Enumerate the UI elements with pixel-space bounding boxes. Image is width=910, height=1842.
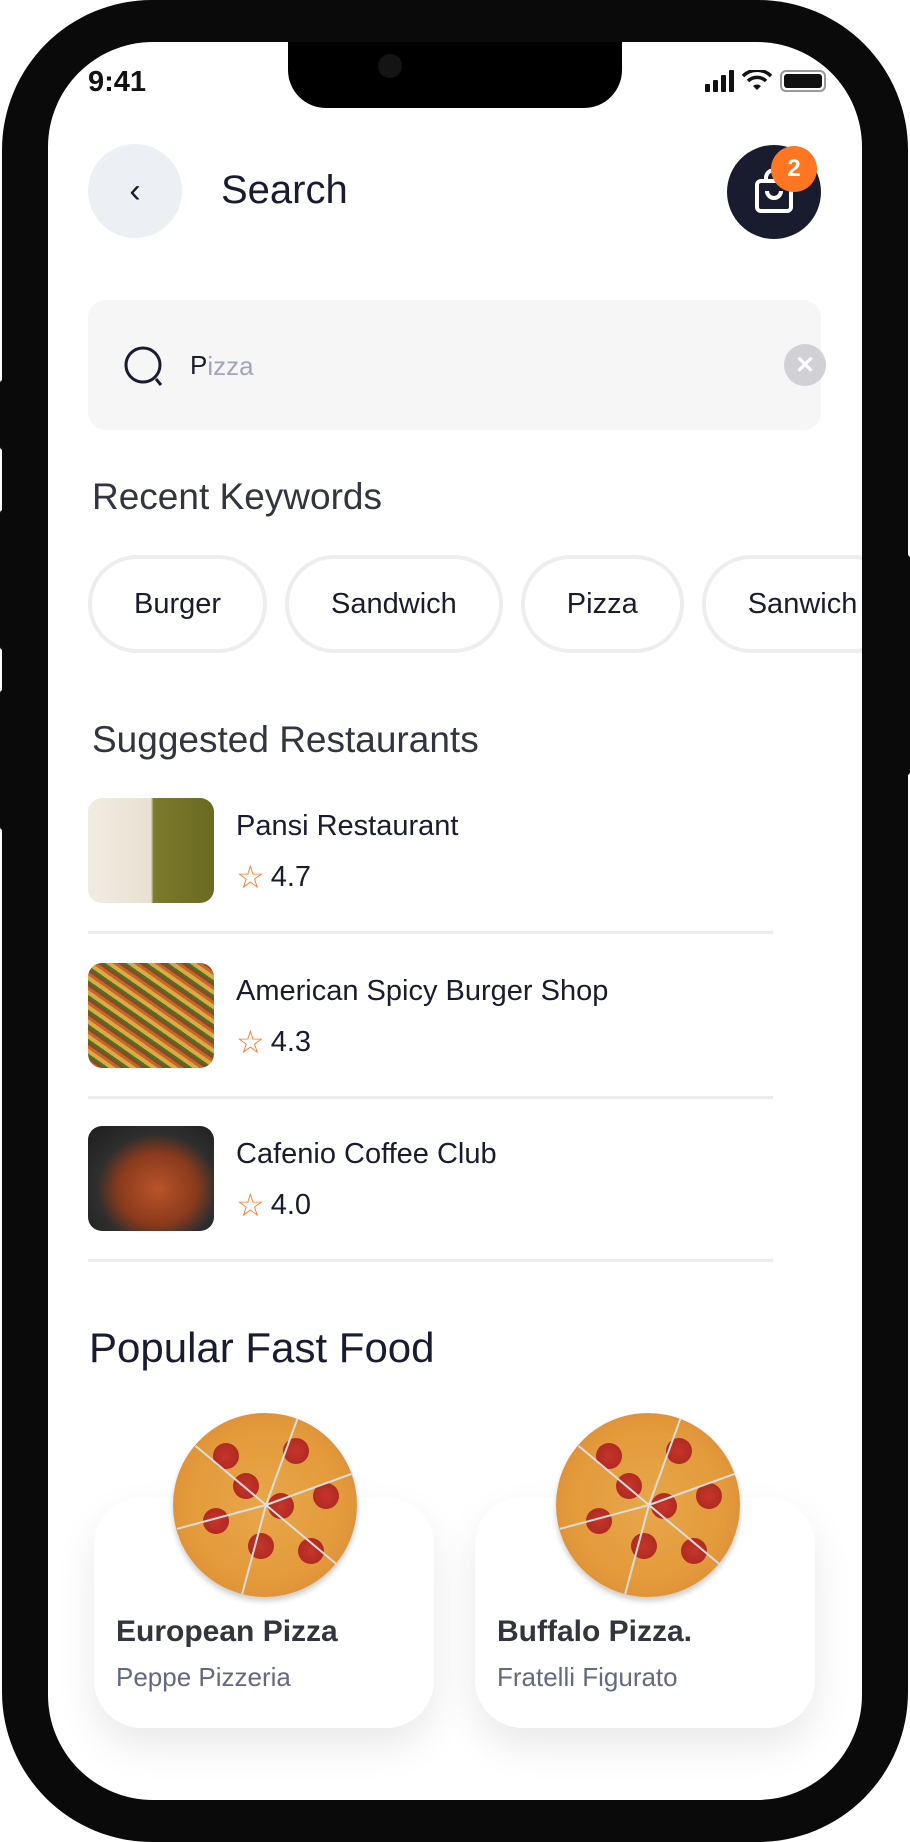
divider <box>88 1259 773 1262</box>
star-icon: ☆ <box>236 1187 265 1223</box>
restaurant-image <box>88 1126 214 1231</box>
rating-value: 4.3 <box>270 1025 312 1058</box>
camera <box>378 54 402 78</box>
volume-down-button <box>0 690 8 830</box>
close-icon: ✕ <box>794 351 816 379</box>
chevron-left-icon: ‹ <box>129 171 141 210</box>
restaurant-name: Pansi Restaurant <box>236 810 459 842</box>
food-title: European Pizza <box>116 1615 338 1648</box>
wifi-icon <box>742 70 772 90</box>
restaurant-rating: ☆ 4.7 <box>236 858 311 896</box>
signal-icon <box>705 70 734 92</box>
screen: 9:41 ‹ Search 2 Pizza ✕ // show only rem… <box>48 42 862 1800</box>
recent-keywords-list: Burger Sandwich Pizza Sanwich <box>88 555 862 653</box>
restaurant-image <box>88 963 214 1068</box>
star-icon: ☆ <box>236 859 265 895</box>
keyword-chip[interactable]: Burger <box>88 555 268 653</box>
search-icon <box>124 346 163 386</box>
page-title: Search <box>221 168 348 212</box>
pizza-image <box>556 1413 740 1597</box>
rating-value: 4.7 <box>270 860 312 893</box>
restaurant-rating: ☆ 4.0 <box>236 1186 311 1224</box>
cart-count-badge: 2 <box>771 146 817 192</box>
restaurant-item[interactable]: Pansi Restaurant ☆ 4.7 <box>88 798 773 934</box>
recent-keywords-heading: Recent Keywords <box>92 476 382 517</box>
volume-up-button <box>0 510 8 650</box>
food-restaurant: Fratelli Figurato <box>497 1662 678 1692</box>
popular-fast-food-heading: Popular Fast Food <box>89 1324 435 1371</box>
search-input[interactable] <box>190 340 690 390</box>
restaurant-name: American Spicy Burger Shop <box>236 975 609 1007</box>
status-time: 9:41 <box>88 66 147 98</box>
restaurant-item[interactable]: American Spicy Burger Shop ☆ 4.3 <box>88 963 773 1099</box>
slice-cut <box>648 1472 736 1506</box>
suggested-restaurants-heading: Suggested Restaurants <box>92 719 479 760</box>
star-icon: ☆ <box>236 1024 265 1060</box>
mute-switch <box>0 380 8 450</box>
search-bar: Pizza ✕ <box>88 300 826 430</box>
rating-value: 4.0 <box>270 1188 312 1221</box>
restaurant-rating: ☆ 4.3 <box>236 1023 311 1061</box>
divider <box>88 1096 773 1099</box>
divider <box>88 931 773 934</box>
power-button <box>902 555 910 775</box>
restaurant-name: Cafenio Coffee Club <box>236 1138 497 1170</box>
pizza-image <box>173 1413 357 1597</box>
notch <box>288 42 622 108</box>
back-button[interactable]: ‹ <box>88 144 182 238</box>
keyword-chip[interactable]: Pizza <box>520 555 684 653</box>
battery-icon <box>780 70 826 92</box>
food-restaurant: Peppe Pizzeria <box>116 1662 291 1692</box>
keyword-chip[interactable]: Sandwich <box>285 555 503 653</box>
clear-search-button[interactable]: ✕ <box>784 344 826 386</box>
slice-cut <box>265 1472 353 1506</box>
keyword-chip[interactable]: Sanwich <box>701 555 862 653</box>
restaurant-image <box>88 798 214 903</box>
restaurant-item[interactable]: Cafenio Coffee Club ☆ 4.0 <box>88 1126 773 1262</box>
status-icons <box>705 70 826 92</box>
food-title: Buffalo Pizza. <box>497 1615 693 1648</box>
